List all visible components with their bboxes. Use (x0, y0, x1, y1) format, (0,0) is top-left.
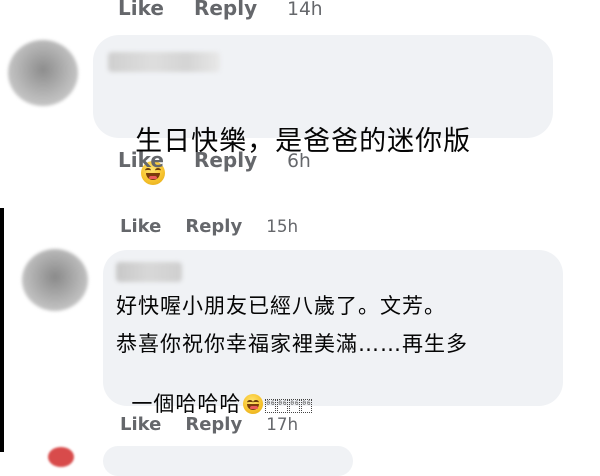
timestamp[interactable]: 6h (287, 151, 311, 172)
comment-text-line-2: 恭喜你祝你幸福家裡美滿……再生多 (116, 332, 468, 356)
reply-button[interactable]: Reply (185, 216, 242, 237)
missing-glyph-icon: 06 (289, 399, 301, 413)
comment-actions-top: Like Reply 14h (118, 0, 323, 20)
reply-button[interactable]: Reply (194, 0, 257, 20)
avatar[interactable] (48, 447, 74, 467)
comment-text-line-1: 好快喔小朋友已經八歲了。文芳。 (116, 294, 446, 318)
missing-glyph-boxes: 06 06 06 06 (265, 392, 313, 416)
comment-actions: Like Reply 17h (120, 414, 298, 435)
commenter-name-redacted[interactable] (108, 52, 220, 72)
timestamp[interactable]: 14h (287, 0, 322, 20)
comment-bubble (103, 446, 353, 476)
reply-button[interactable]: Reply (185, 414, 242, 435)
timestamp[interactable]: 15h (266, 216, 298, 236)
like-button[interactable]: Like (118, 0, 164, 20)
grinning-face-emoji (243, 394, 264, 414)
left-edge-border (0, 208, 4, 452)
timestamp[interactable]: 17h (266, 414, 298, 434)
missing-glyph-icon: 06 (277, 399, 289, 413)
reply-button[interactable]: Reply (194, 148, 257, 172)
comment-actions-previous: Like Reply 15h (120, 216, 298, 237)
commenter-name-redacted[interactable] (116, 262, 182, 282)
comment-text-line-3: 一個哈哈哈 06 06 06 06 (116, 364, 313, 418)
comment-actions: Like Reply 6h (118, 148, 311, 172)
like-button[interactable]: Like (120, 216, 161, 237)
like-button[interactable]: Like (118, 148, 164, 172)
avatar[interactable] (22, 249, 88, 311)
comment-text: 生日快樂，是爸爸的迷你版 (116, 88, 471, 189)
like-button[interactable]: Like (120, 414, 161, 435)
missing-glyph-icon: 06 (301, 399, 313, 413)
avatar[interactable] (8, 40, 78, 106)
missing-glyph-icon: 06 (265, 399, 277, 413)
comment-text-line-3-body: 一個哈哈哈 (131, 392, 242, 416)
